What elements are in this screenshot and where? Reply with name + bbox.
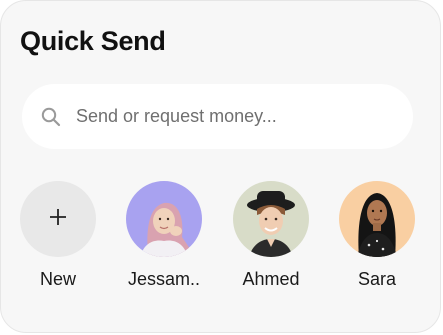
search-bar[interactable] xyxy=(22,84,413,149)
new-contact-button[interactable]: New xyxy=(20,181,96,290)
search-input[interactable] xyxy=(76,84,396,149)
avatar-ahmed[interactable] xyxy=(233,181,309,257)
plus-icon xyxy=(49,208,67,231)
avatar-jessamine[interactable] xyxy=(126,181,202,257)
contact-sara[interactable]: Sara xyxy=(339,181,415,290)
new-contact-avatar[interactable] xyxy=(20,181,96,257)
contact-label-new: New xyxy=(39,269,76,289)
contact-label-jessamine: Jessam.. xyxy=(127,269,201,289)
contact-label-sara: Sara xyxy=(357,269,397,289)
quick-send-card: Quick Send New xyxy=(0,0,441,333)
card-title: Quick Send xyxy=(20,26,166,56)
contact-jessamine[interactable]: Jessam.. xyxy=(126,181,202,290)
avatar-sara[interactable] xyxy=(339,181,415,257)
contact-ahmed[interactable]: Ahmed xyxy=(233,181,309,290)
search-icon xyxy=(41,107,61,127)
contact-label-ahmed: Ahmed xyxy=(242,269,300,289)
